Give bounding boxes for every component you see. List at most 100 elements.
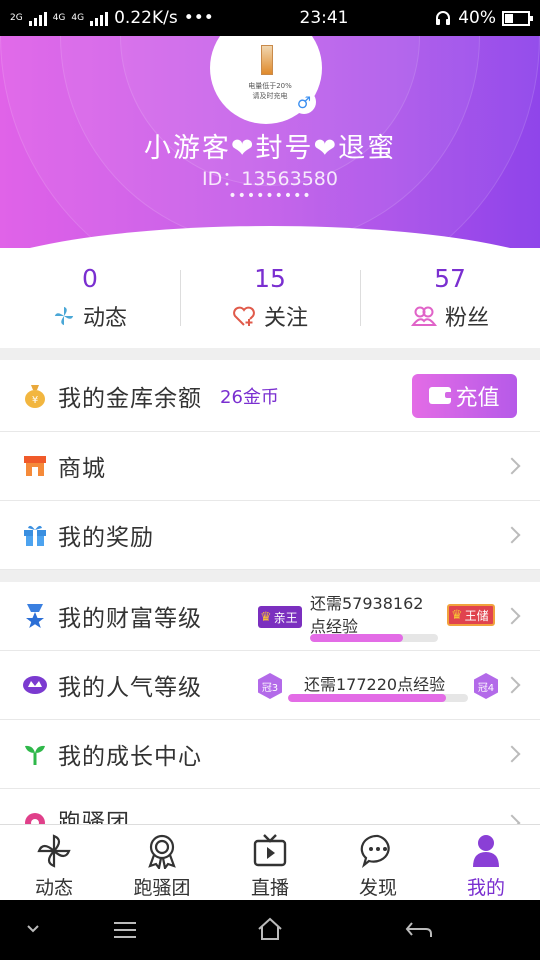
tv-icon — [253, 834, 287, 867]
recharge-label: 充值 — [455, 384, 500, 410]
chevron-right-icon — [503, 745, 521, 763]
stat-posts[interactable]: 0 动态 — [0, 248, 180, 348]
nav-item-live[interactable]: 直播 — [216, 825, 324, 900]
badge-icon — [148, 834, 176, 869]
rewards-row[interactable]: 我的奖励 — [0, 501, 540, 570]
shop-icon — [22, 453, 48, 479]
pinwheel-icon — [37, 834, 71, 868]
chevron-right-icon — [503, 607, 521, 625]
pinwheel-icon — [54, 306, 74, 326]
growth-center-row[interactable]: 我的成长中心 — [0, 720, 540, 789]
rewards-label: 我的奖励 — [58, 525, 154, 551]
network-type-1: 2G — [10, 12, 23, 23]
wealth-remaining-text: 还需57938162 — [310, 594, 424, 613]
stat-fans[interactable]: 57 粉丝 — [360, 248, 540, 348]
nav-label-feed: 动态 — [34, 877, 73, 899]
nav-item-group[interactable]: 跑骚团 — [108, 825, 216, 900]
popularity-next-badge: 冠4 — [474, 673, 498, 699]
network-type-2: 4G — [52, 12, 66, 23]
user-icon — [473, 835, 499, 867]
wealth-next-tag-label: 王储 — [464, 608, 489, 623]
popularity-current-badge: 冠3 — [258, 673, 282, 699]
battery-icon — [502, 10, 533, 26]
chevron-right-icon — [503, 457, 521, 475]
wealth-progress-bar — [310, 634, 438, 642]
popularity-icon — [22, 672, 48, 698]
shop-row[interactable]: 商城 — [0, 432, 540, 501]
money-bag-icon: ¥ — [22, 383, 48, 409]
male-gender-icon: ♂ — [292, 90, 316, 114]
signature: ••••••••• — [228, 188, 312, 204]
bottom-nav: 动态 跑骚团 直播 发现 我的 — [0, 824, 540, 900]
chevron-right-icon — [503, 676, 521, 694]
coin-balance: 26金币 — [220, 386, 279, 408]
nav-item-feed[interactable]: 动态 — [0, 825, 108, 900]
battery-graphic — [261, 45, 273, 75]
section-divider — [0, 570, 540, 582]
signal-icon-2 — [90, 10, 109, 26]
popularity-level-row[interactable]: 我的人气等级 冠3 还需177220点经验 冠4 — [0, 651, 540, 720]
sprout-icon — [22, 741, 48, 767]
chevron-right-icon — [503, 526, 521, 544]
popularity-level-label: 我的人气等级 — [58, 675, 202, 701]
nav-item-me[interactable]: 我的 — [432, 825, 540, 900]
network-speed: 0.22K/s — [114, 8, 178, 28]
nav-label-live: 直播 — [250, 877, 289, 899]
stats-bar: 0 动态 15 关注 57 粉丝 — [0, 248, 540, 348]
wallet-row[interactable]: ¥ 我的金库余额 26金币 充值 — [0, 360, 540, 432]
svg-text:¥: ¥ — [32, 395, 38, 406]
wealth-current-tag-label: 亲王 — [273, 610, 298, 625]
network-type-3: 4G — [71, 12, 85, 23]
popularity-progress-fill — [288, 694, 447, 702]
stat-fans-label: 粉丝 — [444, 306, 489, 331]
gift-icon — [22, 522, 48, 548]
nav-label-group: 跑骚团 — [133, 877, 191, 899]
nav-label-me: 我的 — [466, 877, 505, 899]
recharge-button[interactable]: 充值 — [412, 373, 517, 418]
wealth-level-row[interactable]: 我的财富等级 ♛ 亲王 还需57938162 点经验 ♛ 王储 — [0, 582, 540, 651]
more-notifications-icon: ••• — [183, 8, 214, 28]
stat-following-count: 15 — [254, 264, 286, 293]
fans-icon — [410, 306, 437, 326]
home-icon[interactable] — [256, 916, 284, 942]
app-screen: 2G 4G 4G 0.22K/s ••• 23:41 40% 电量低于20% 请… — [0, 0, 540, 960]
wealth-next-tag: ♛ 王储 — [447, 604, 495, 626]
chevron-down-icon[interactable] — [26, 924, 40, 934]
battery-percent: 40% — [458, 8, 496, 28]
growth-center-label: 我的成长中心 — [58, 744, 202, 770]
popularity-remaining-text: 还需177220点经验 — [304, 675, 446, 694]
popularity-progress-bar — [288, 694, 468, 702]
crown-icon: ♛ — [451, 607, 463, 623]
nav-item-discover[interactable]: 发现 — [324, 825, 432, 900]
avatar-caption-1: 电量低于20% — [248, 82, 292, 90]
nickname: 小游客❤封号❤退蜜 — [143, 133, 397, 164]
user-id: ID：13563580 — [202, 168, 338, 190]
stat-following-label: 关注 — [263, 306, 308, 331]
wallet-icon — [429, 387, 454, 404]
stat-following[interactable]: 15 关注 — [180, 248, 360, 348]
chat-bubble-icon — [360, 834, 390, 869]
heart-plus-icon — [233, 306, 255, 326]
shop-label: 商城 — [58, 456, 106, 482]
status-left: 2G 4G 4G 0.22K/s ••• — [10, 8, 214, 28]
wealth-current-tag: ♛ 亲王 — [258, 606, 302, 628]
wealth-medal-icon — [22, 603, 48, 629]
section-divider — [0, 348, 540, 360]
menu-icon[interactable] — [112, 920, 138, 940]
back-icon[interactable] — [404, 920, 434, 940]
profile-header: 电量低于20% 请及时充电 ♂ 小游客❤封号❤退蜜 ID：13563580 ••… — [0, 36, 540, 248]
stat-posts-label: 动态 — [82, 306, 127, 331]
clock: 23:41 — [299, 8, 349, 28]
system-nav-bar — [0, 900, 540, 960]
status-bar: 2G 4G 4G 0.22K/s ••• 23:41 40% — [0, 0, 540, 36]
status-right: 40% — [434, 8, 533, 28]
wallet-label: 我的金库余额 — [58, 385, 202, 412]
wealth-progress-fill — [310, 634, 404, 642]
signal-icon — [28, 10, 47, 26]
nav-label-discover: 发现 — [358, 877, 397, 899]
stat-posts-count: 0 — [82, 264, 98, 293]
wealth-level-label: 我的财富等级 — [58, 606, 202, 632]
headset-icon — [436, 11, 451, 25]
stat-fans-count: 57 — [434, 264, 466, 293]
crown-icon: ♛ — [260, 609, 272, 625]
